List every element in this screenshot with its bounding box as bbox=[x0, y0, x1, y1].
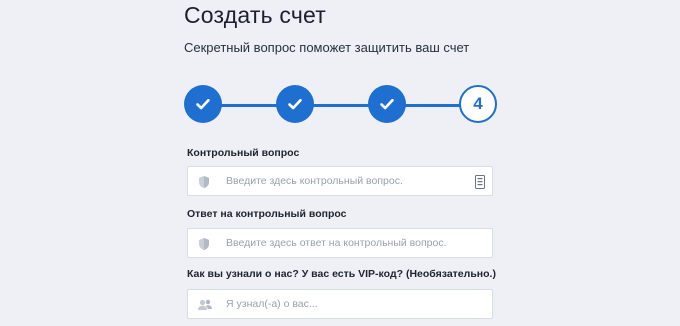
referral-input[interactable] bbox=[226, 290, 466, 318]
security-answer-input[interactable] bbox=[226, 229, 466, 257]
security-question-label: Контрольный вопрос bbox=[187, 147, 300, 159]
security-question-field[interactable] bbox=[187, 166, 493, 196]
page-title: Создать счет bbox=[184, 2, 326, 28]
referral-label: Как вы узнали о нас? У вас есть VIP-код?… bbox=[187, 268, 496, 280]
check-icon bbox=[287, 96, 303, 112]
step-4-current: 4 bbox=[459, 85, 497, 123]
security-question-input[interactable] bbox=[226, 167, 466, 195]
check-icon bbox=[195, 96, 211, 112]
security-answer-field[interactable] bbox=[187, 228, 493, 258]
create-account-page: Создать счет Секретный вопрос поможет за… bbox=[0, 0, 680, 326]
progress-stepper: 4 bbox=[184, 85, 500, 125]
referral-field[interactable] bbox=[187, 289, 493, 319]
shield-icon bbox=[197, 237, 211, 251]
stepper-line bbox=[204, 104, 496, 107]
list-icon[interactable] bbox=[475, 175, 485, 189]
step-1-complete bbox=[184, 85, 222, 123]
check-icon bbox=[379, 96, 395, 112]
shield-icon bbox=[197, 175, 211, 189]
step-2-complete bbox=[276, 85, 314, 123]
step-3-complete bbox=[368, 85, 406, 123]
page-subtitle: Секретный вопрос поможет защитить ваш сч… bbox=[184, 40, 470, 55]
users-icon bbox=[197, 298, 212, 312]
security-answer-label: Ответ на контрольный вопрос bbox=[187, 208, 347, 220]
